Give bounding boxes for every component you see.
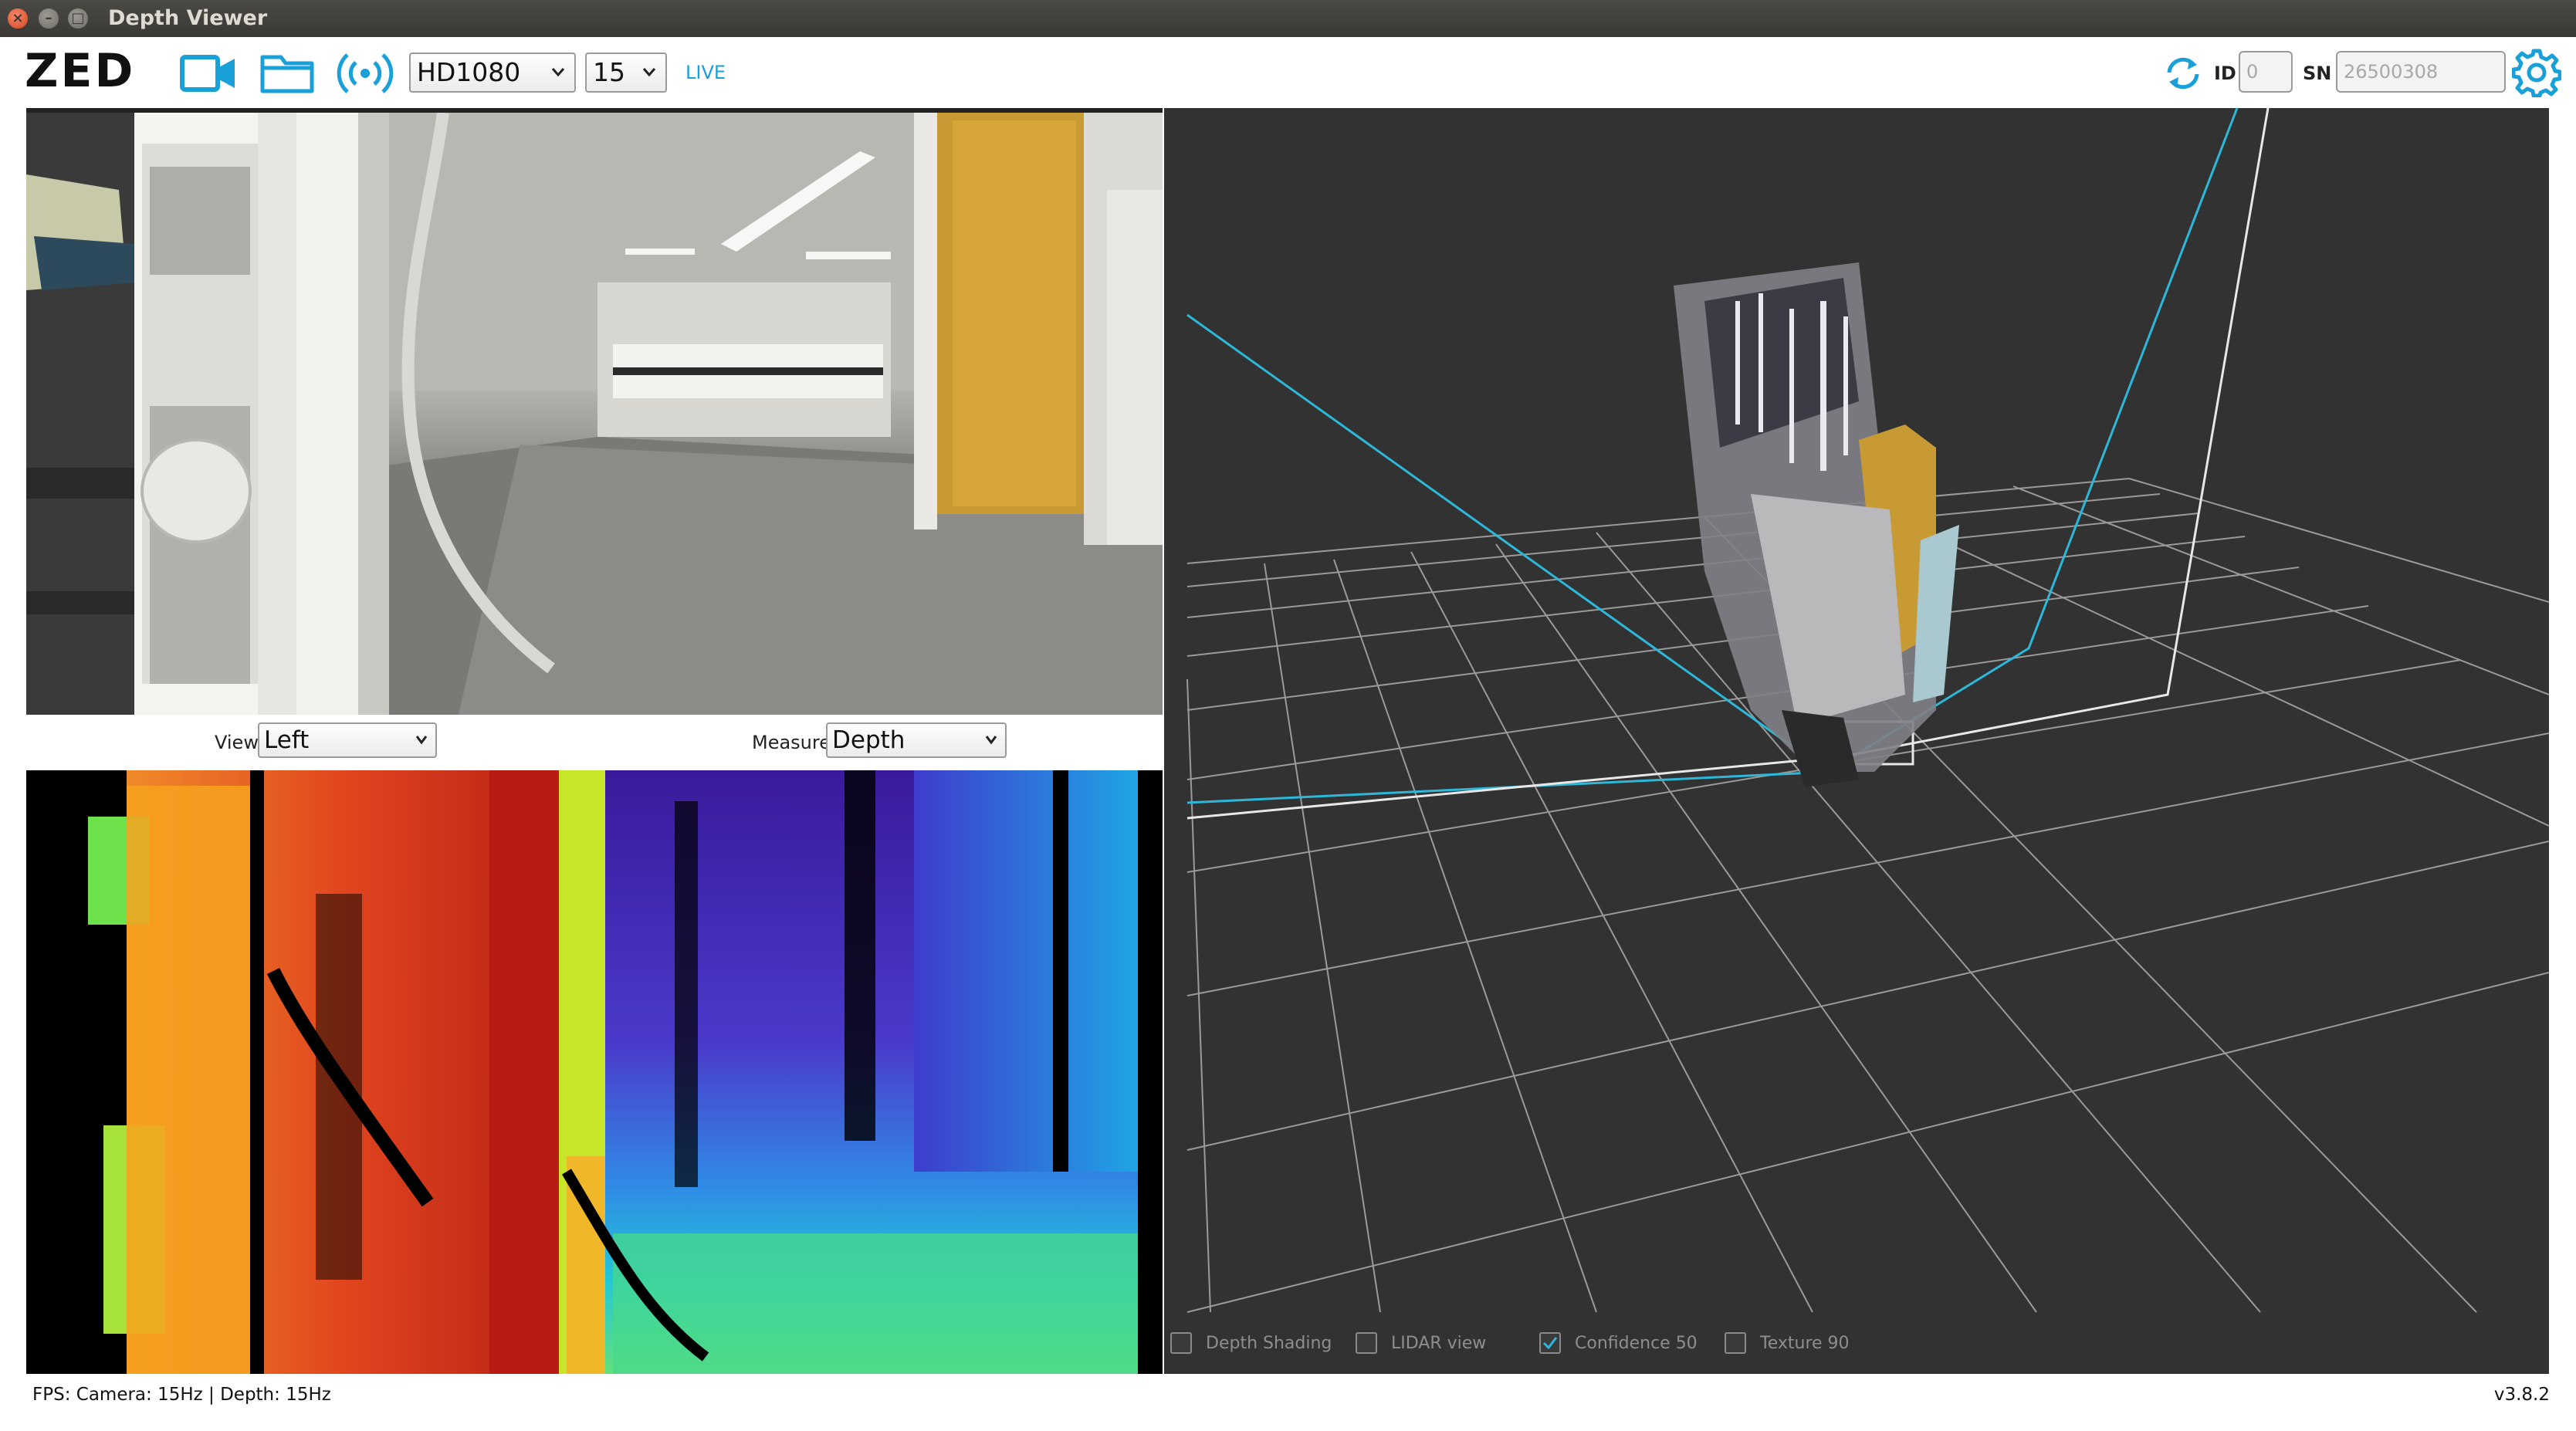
id-field[interactable]: 0 bbox=[2239, 51, 2293, 93]
depth-shading-label: Depth Shading bbox=[1206, 1334, 1332, 1353]
window-title: Depth Viewer bbox=[108, 6, 268, 30]
depth-shading-checkbox[interactable] bbox=[1170, 1332, 1192, 1354]
gear-icon[interactable] bbox=[2512, 48, 2561, 97]
fps-status: FPS: Camera: 15Hz | Depth: 15Hz bbox=[32, 1385, 331, 1405]
id-label: ID bbox=[2214, 63, 2236, 84]
serial-number-field[interactable]: 26500308 bbox=[2336, 51, 2506, 93]
live-label: LIVE bbox=[685, 62, 726, 83]
view-label: View bbox=[215, 732, 259, 753]
status-bar: FPS: Camera: 15Hz | Depth: 15Hz v3.8.2 bbox=[0, 1375, 2576, 1431]
refresh-icon[interactable] bbox=[2161, 54, 2205, 93]
checkmark-icon bbox=[1542, 1337, 1558, 1350]
camera-image-view[interactable] bbox=[26, 108, 1163, 715]
video-camera-icon[interactable] bbox=[179, 52, 238, 94]
confidence-label: Confidence 50 bbox=[1575, 1334, 1698, 1353]
title-bar: × – □ Depth Viewer bbox=[0, 0, 2576, 37]
view-select[interactable]: Left bbox=[258, 722, 437, 758]
confidence-checkbox[interactable] bbox=[1539, 1332, 1561, 1354]
window-close-button[interactable]: × bbox=[8, 8, 28, 29]
office-scene-image bbox=[26, 113, 1163, 715]
chevron-down-icon bbox=[415, 736, 428, 745]
chevron-down-icon bbox=[642, 68, 656, 77]
view-select-value: Left bbox=[264, 726, 310, 754]
view-controls: View Left Measure Depth bbox=[26, 715, 1163, 769]
window-maximize-button[interactable]: □ bbox=[68, 8, 88, 29]
left-panel: View Left Measure Depth bbox=[26, 108, 1163, 1374]
folder-icon[interactable] bbox=[259, 51, 315, 96]
chevron-down-icon bbox=[985, 736, 997, 745]
point-cloud-body bbox=[1674, 262, 1959, 787]
stream-icon[interactable] bbox=[335, 49, 395, 97]
depth-map-image bbox=[26, 770, 1163, 1374]
measure-select-value: Depth bbox=[832, 726, 905, 754]
version-label: v3.8.2 bbox=[2493, 1385, 2550, 1405]
maximize-icon: □ bbox=[71, 10, 85, 26]
lidar-view-checkbox[interactable] bbox=[1356, 1332, 1377, 1354]
zed-logo: ZED bbox=[25, 44, 136, 98]
chevron-down-icon bbox=[551, 68, 565, 77]
point-cloud-canvas bbox=[1186, 108, 2549, 1313]
resolution-value: HD1080 bbox=[417, 57, 521, 87]
measure-label: Measure bbox=[752, 732, 831, 753]
measure-select[interactable]: Depth bbox=[826, 722, 1007, 758]
fps-select[interactable]: 15 bbox=[585, 52, 667, 93]
lidar-view-label: LIDAR view bbox=[1391, 1334, 1487, 1353]
depth-map-view[interactable] bbox=[26, 770, 1163, 1374]
point-cloud-view[interactable]: Depth Shading LIDAR view Confidence 50 T… bbox=[1164, 108, 2549, 1374]
sn-label: SN bbox=[2303, 63, 2332, 84]
minimize-icon: – bbox=[45, 10, 52, 26]
resolution-select[interactable]: HD1080 bbox=[409, 52, 576, 93]
window-minimize-button[interactable]: – bbox=[39, 8, 59, 29]
texture-label: Texture 90 bbox=[1760, 1334, 1850, 1353]
fps-value: 15 bbox=[593, 57, 625, 87]
close-icon: × bbox=[12, 10, 24, 26]
toolbar: ZED HD1080 15 LIVE ID 0 SN 26500308 bbox=[0, 37, 2576, 107]
texture-checkbox[interactable] bbox=[1725, 1332, 1746, 1354]
